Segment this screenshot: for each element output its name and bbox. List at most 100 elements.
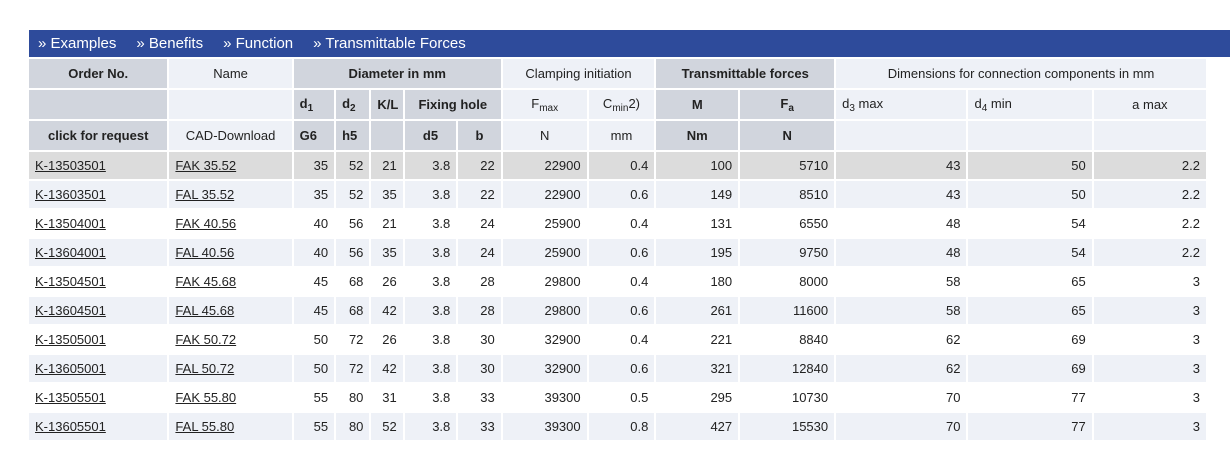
- header-fmax: Fmax: [502, 90, 587, 119]
- header-m: M: [656, 90, 739, 119]
- d3-max-value-cell: 62: [836, 355, 967, 382]
- order-no-link[interactable]: K-13605001: [35, 361, 106, 376]
- d3-max-value-cell: 58: [836, 297, 967, 324]
- header-h5: h5: [336, 121, 370, 150]
- d1-value-cell: 40: [293, 239, 335, 266]
- kl-value-cell: 42: [371, 297, 403, 324]
- product-table: Order No. Name Diameter in mm Clamping i…: [27, 57, 1208, 442]
- d5-value-cell: 3.8: [404, 355, 457, 382]
- m-value-cell: 321: [656, 355, 739, 382]
- cmin-value-cell: 0.6: [588, 297, 655, 324]
- d5-value-cell: 3.8: [404, 384, 457, 411]
- kl-value-cell: 26: [371, 268, 403, 295]
- b-value-cell: 24: [458, 239, 501, 266]
- d2-value-cell: 80: [336, 384, 370, 411]
- cad-download-link[interactable]: FAL 40.56: [175, 245, 234, 260]
- order-no-link[interactable]: K-13503501: [35, 158, 106, 173]
- table-row: K-13605501 FAL 55.80 55 80 52 3.8 33 39300 0.8 42…: [29, 413, 1206, 440]
- d2-value-cell: 80: [336, 413, 370, 440]
- d3-max-value-cell: 70: [836, 384, 967, 411]
- cad-download-link[interactable]: FAL 50.72: [175, 361, 234, 376]
- order-no-link[interactable]: K-13605501: [35, 419, 106, 434]
- cad-download-link-cell: FAK 55.80: [169, 384, 292, 411]
- order-no-link-cell: K-13505501: [29, 384, 168, 411]
- cad-download-link[interactable]: FAK 55.80: [175, 390, 236, 405]
- b-value-cell: 30: [458, 326, 501, 353]
- nav-link-function[interactable]: » Function: [223, 35, 293, 52]
- cad-download-link[interactable]: FAK 50.72: [175, 332, 236, 347]
- cad-download-link[interactable]: FAL 35.52: [175, 187, 234, 202]
- fa-value-cell: 10730: [740, 384, 835, 411]
- cad-download-link-cell: FAK 35.52: [169, 152, 292, 179]
- header-unit-nm: Nm: [656, 121, 739, 150]
- fmax-value-cell: 22900: [502, 152, 587, 179]
- header-kl: K/L: [371, 90, 403, 119]
- order-no-link[interactable]: K-13604501: [35, 303, 106, 318]
- fmax-value-cell: 22900: [502, 181, 587, 208]
- header-unit-mm: mm: [588, 121, 655, 150]
- d1-value-cell: 45: [293, 297, 335, 324]
- fmax-value-cell: 29800: [502, 297, 587, 324]
- cmin-value-cell: 0.4: [588, 152, 655, 179]
- order-no-link[interactable]: K-13603501: [35, 187, 106, 202]
- a-max-value-cell: 3: [1093, 413, 1206, 440]
- header-blank: [29, 90, 168, 119]
- fa-value-cell: 8000: [740, 268, 835, 295]
- cmin-value-cell: 0.5: [588, 384, 655, 411]
- a-max-value-cell: 2.2: [1093, 181, 1206, 208]
- header-order-no: Order No.: [29, 59, 168, 88]
- d2-value-cell: 68: [336, 268, 370, 295]
- header-blank: [968, 121, 1092, 150]
- kl-value-cell: 31: [371, 384, 403, 411]
- d2-value-cell: 56: [336, 239, 370, 266]
- a-max-value-cell: 2.2: [1093, 152, 1206, 179]
- fmax-value-cell: 32900: [502, 355, 587, 382]
- header-b: b: [458, 121, 501, 150]
- nav-link-examples[interactable]: » Examples: [38, 35, 116, 52]
- cad-download-link[interactable]: FAL 55.80: [175, 419, 234, 434]
- d2-value-cell: 52: [336, 152, 370, 179]
- cad-download-link-cell: FAK 50.72: [169, 326, 292, 353]
- nav-link-transmittable-forces[interactable]: » Transmittable Forces: [313, 35, 466, 52]
- b-value-cell: 33: [458, 413, 501, 440]
- header-fixing-hole: Fixing hole: [404, 90, 501, 119]
- header-cmin: Cmin2): [588, 90, 655, 119]
- d1-value-cell: 50: [293, 355, 335, 382]
- order-no-link[interactable]: K-13505501: [35, 390, 106, 405]
- cad-download-link-cell: FAK 45.68: [169, 268, 292, 295]
- order-no-link[interactable]: K-13505001: [35, 332, 106, 347]
- b-value-cell: 22: [458, 181, 501, 208]
- fmax-value-cell: 25900: [502, 239, 587, 266]
- header-cad-download: CAD-Download: [169, 121, 292, 150]
- header-blank: [1093, 121, 1206, 150]
- kl-value-cell: 52: [371, 413, 403, 440]
- table-row: K-13504001 FAK 40.56 40 56 21 3.8 24 25900 0.4 13…: [29, 210, 1206, 237]
- d2-value-cell: 72: [336, 326, 370, 353]
- nav-link-benefits[interactable]: » Benefits: [136, 35, 203, 52]
- d4-min-value-cell: 69: [968, 326, 1092, 353]
- d3-max-value-cell: 43: [836, 181, 967, 208]
- cad-download-link[interactable]: FAK 40.56: [175, 216, 236, 231]
- order-no-link[interactable]: K-13604001: [35, 245, 106, 260]
- order-no-link-cell: K-13504001: [29, 210, 168, 237]
- order-no-link[interactable]: K-13504001: [35, 216, 106, 231]
- cad-download-link[interactable]: FAK 45.68: [175, 274, 236, 289]
- d1-value-cell: 35: [293, 152, 335, 179]
- header-fa: Fa: [740, 90, 835, 119]
- a-max-value-cell: 3: [1093, 384, 1206, 411]
- d2-value-cell: 52: [336, 181, 370, 208]
- d2-value-cell: 68: [336, 297, 370, 324]
- order-no-link[interactable]: K-13504501: [35, 274, 106, 289]
- b-value-cell: 22: [458, 152, 501, 179]
- b-value-cell: 30: [458, 355, 501, 382]
- header-blank: [371, 121, 403, 150]
- header-d3-max: d3 max: [836, 90, 967, 119]
- cmin-value-cell: 0.6: [588, 181, 655, 208]
- cad-download-link[interactable]: FAL 45.68: [175, 303, 234, 318]
- d1-value-cell: 50: [293, 326, 335, 353]
- a-max-value-cell: 2.2: [1093, 210, 1206, 237]
- a-max-value-cell: 3: [1093, 355, 1206, 382]
- cad-download-link[interactable]: FAK 35.52: [175, 158, 236, 173]
- order-no-link-cell: K-13504501: [29, 268, 168, 295]
- header-dimensions: Dimensions for connection components in …: [836, 59, 1206, 88]
